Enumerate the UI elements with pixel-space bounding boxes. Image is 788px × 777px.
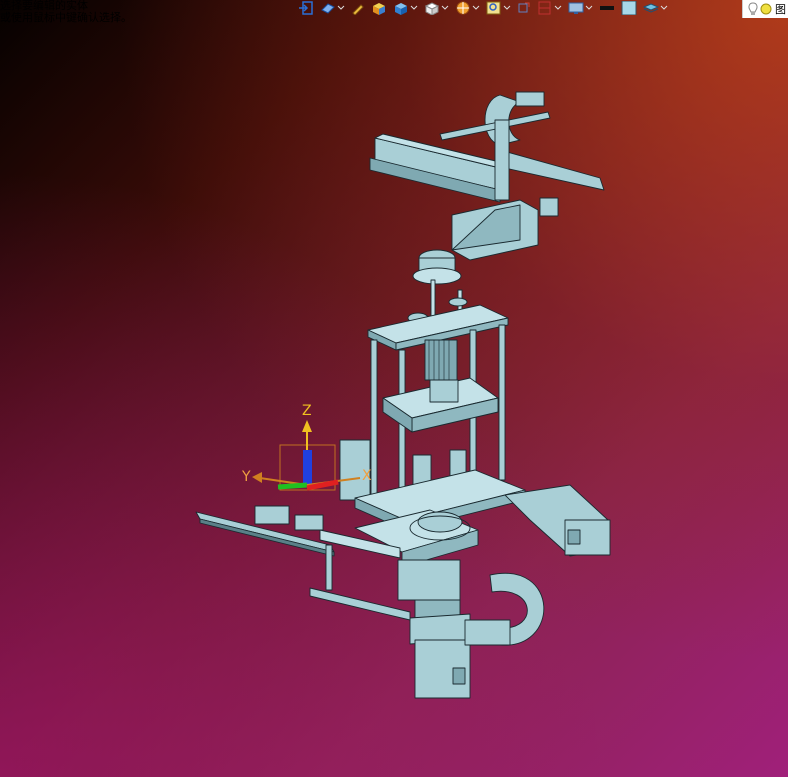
view-toolbar [298, 0, 674, 16]
exit-icon [299, 1, 313, 15]
z-axis-label: Z [302, 403, 312, 419]
white-box-icon [424, 2, 440, 15]
z-axis-arrow [302, 420, 312, 432]
line-style-icon [600, 6, 614, 10]
y-axis-arrow [252, 472, 262, 483]
slide-carriage-1 [254, 505, 290, 525]
render-icon [456, 1, 470, 15]
view-orient-icon [321, 3, 335, 14]
top-loop-block [515, 91, 545, 107]
y-axis-label: Y [241, 469, 251, 485]
arm-bracket [539, 197, 559, 217]
exit-button[interactable] [298, 0, 314, 16]
servo-connector [567, 529, 581, 545]
sketch-button[interactable] [351, 0, 365, 16]
bearing-2 [448, 297, 468, 307]
lightbulb-icon [748, 2, 758, 15]
color-button[interactable] [621, 0, 637, 16]
z-axis-bar [303, 450, 312, 485]
slide-carriage-2 [294, 514, 324, 531]
section-button[interactable] [537, 0, 562, 16]
shaded-box-icon [373, 3, 385, 15]
filter-button[interactable] [517, 0, 531, 16]
display-button[interactable] [568, 0, 593, 16]
machine-model [195, 91, 611, 699]
chevron-down-icon[interactable] [660, 4, 668, 12]
panel-label: 图 [775, 3, 786, 16]
spindle-motor [424, 339, 458, 381]
rail-support [325, 544, 333, 591]
zoom-icon [486, 1, 501, 15]
chevron-down-icon[interactable] [410, 4, 418, 12]
layer-icon [643, 3, 659, 13]
wire-box-icon [395, 3, 407, 15]
color-swatch-icon [621, 1, 637, 15]
y-axis-bar [277, 482, 308, 490]
chain-end-block [464, 619, 511, 646]
carriage-block [429, 379, 459, 403]
vertical-arm [494, 119, 510, 201]
pillar-4 [498, 324, 506, 481]
cad-viewport[interactable]: Z Y X [0, 18, 788, 777]
light-panel[interactable]: 图 [742, 0, 788, 18]
view-orient-button[interactable] [320, 0, 345, 16]
gearbox [397, 559, 461, 601]
chevron-down-icon[interactable] [441, 4, 449, 12]
render-button[interactable] [455, 0, 480, 16]
zoom-button[interactable] [486, 0, 511, 16]
chevron-down-icon[interactable] [337, 4, 345, 12]
section-icon [538, 1, 551, 15]
pillar-2 [398, 349, 406, 506]
pillar-1 [370, 339, 378, 501]
chevron-down-icon[interactable] [554, 4, 562, 12]
right-arm [499, 149, 605, 191]
motor-mount [409, 613, 471, 645]
line-style-button[interactable] [599, 0, 615, 16]
pencil-icon [352, 4, 364, 15]
chevron-down-icon[interactable] [503, 4, 511, 12]
guide-rod-1 [430, 279, 436, 321]
turntable-disc [417, 511, 463, 533]
display-icon [568, 2, 584, 14]
layer-button[interactable] [643, 0, 668, 16]
sun-icon [760, 3, 772, 15]
chevron-down-icon[interactable] [472, 4, 480, 12]
filter-icon [518, 2, 530, 13]
x-axis-label: X [362, 468, 372, 484]
standard-view-button[interactable] [424, 0, 449, 16]
rotary-flange [412, 267, 462, 285]
chevron-down-icon[interactable] [585, 4, 593, 12]
wireframe-button[interactable] [393, 0, 418, 16]
lower-motor-connector [452, 667, 466, 685]
bottom-rail [309, 587, 411, 621]
shaded-button[interactable] [371, 0, 387, 16]
